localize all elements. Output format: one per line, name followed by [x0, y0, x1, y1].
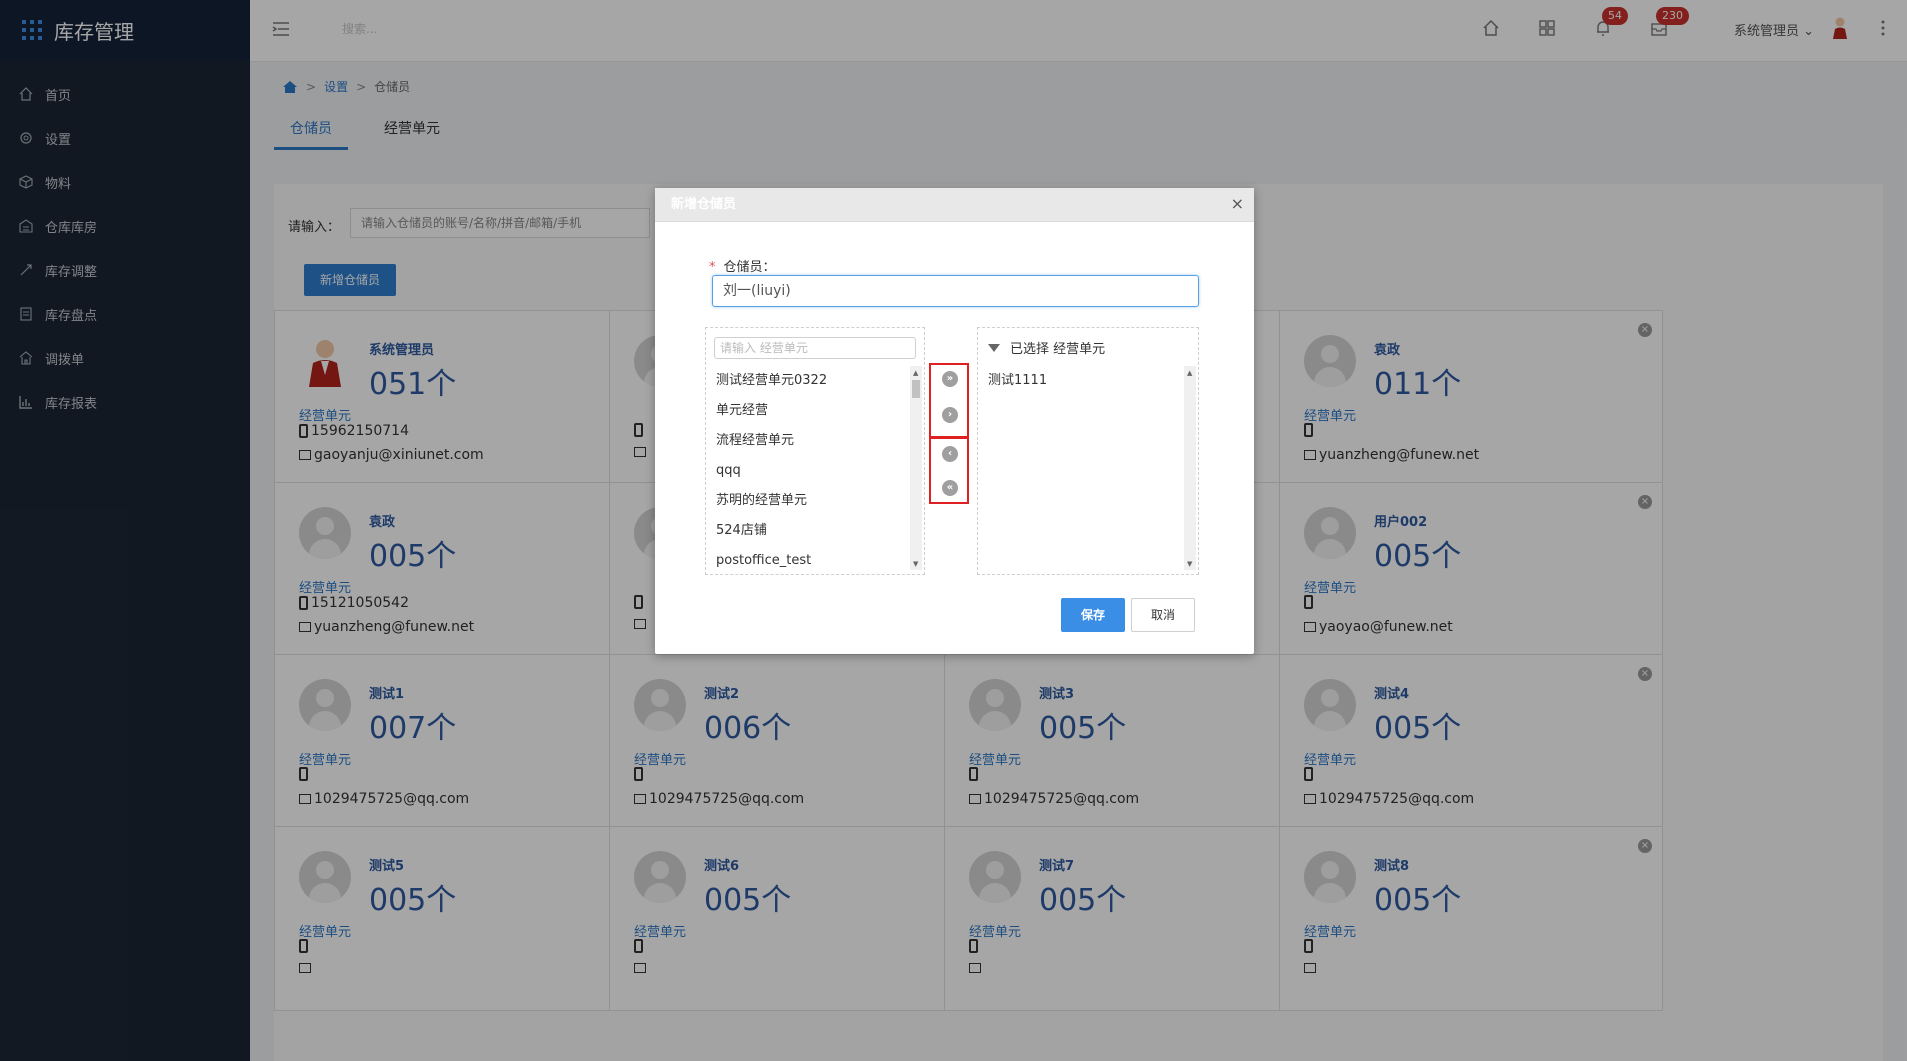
list-item[interactable]: 流程经营单元	[716, 426, 906, 456]
scrollbar[interactable]: ▲ ▼	[1184, 366, 1196, 570]
scrollbar-thumb[interactable]	[912, 380, 920, 398]
list-item[interactable]: postoffice_test	[716, 546, 906, 576]
list-item[interactable]: 测试1111	[988, 366, 1047, 396]
add-one-icon[interactable]: ›	[942, 407, 958, 423]
cancel-button[interactable]: 取消	[1131, 598, 1195, 632]
available-units-box: 请输入 经营单元 测试经营单元0322 单元经营 流程经营单元 qqq 苏明的经…	[705, 327, 925, 575]
scroll-up-icon[interactable]: ▲	[1187, 369, 1192, 377]
selected-units-title: 已选择 经营单元	[1010, 342, 1106, 357]
scrollbar[interactable]: ▲ ▼	[910, 366, 922, 570]
staff-field-label: * 仓储员：	[709, 256, 776, 275]
unit-search-input[interactable]: 请输入 经营单元	[714, 337, 916, 359]
staff-field-label-text: 仓储员：	[723, 260, 776, 275]
list-item[interactable]: 测试经营单元0322	[716, 366, 906, 396]
list-item[interactable]: 单元经营	[716, 396, 906, 426]
selected-units-list: 测试1111	[988, 366, 1047, 396]
staff-picker-input[interactable]: 刘一(liuyi)	[712, 275, 1199, 307]
selected-units-box: 已选择 经营单元 测试1111 ▲ ▼	[977, 327, 1199, 575]
list-item[interactable]: qqq	[716, 456, 906, 486]
list-item[interactable]: 苏明的经营单元	[716, 486, 906, 516]
available-units-list: 测试经营单元0322 单元经营 流程经营单元 qqq 苏明的经营单元 524店铺…	[716, 366, 906, 576]
remove-buttons-group: ‹ «	[929, 436, 969, 504]
scroll-down-icon[interactable]: ▼	[913, 560, 918, 568]
required-marker: *	[709, 260, 716, 275]
list-item[interactable]: 524店铺	[716, 516, 906, 546]
scroll-up-icon[interactable]: ▲	[913, 369, 918, 377]
remove-one-icon[interactable]: ‹	[942, 446, 958, 462]
add-all-icon[interactable]: »	[942, 371, 958, 387]
caret-down-icon	[988, 343, 1000, 352]
remove-all-icon[interactable]: «	[942, 480, 958, 496]
scroll-down-icon[interactable]: ▼	[1187, 560, 1192, 568]
dialog-title: 新增仓储员	[655, 188, 1254, 222]
add-staff-dialog: 新增仓储员 × * 仓储员： 刘一(liuyi) 请输入 经营单元 测试经营单元0…	[655, 188, 1254, 654]
add-buttons-group: » ›	[929, 363, 969, 439]
close-icon[interactable]: ×	[1231, 194, 1244, 213]
selected-units-header[interactable]: 已选择 经营单元	[988, 338, 1105, 357]
save-button[interactable]: 保存	[1061, 598, 1125, 632]
